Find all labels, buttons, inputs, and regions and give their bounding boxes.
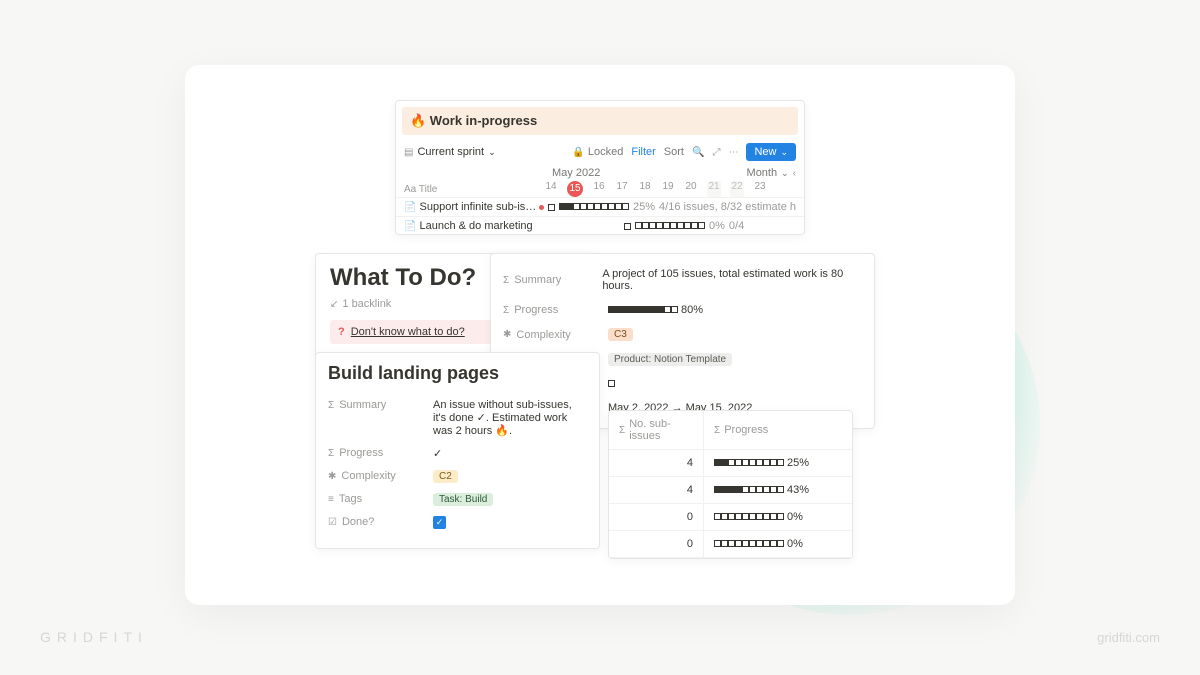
timeline-day[interactable]: 23 (753, 181, 767, 197)
cell-progress: 0% (704, 504, 852, 530)
row-title: 📄 Launch & do marketing (404, 220, 544, 232)
checkbox-icon[interactable] (548, 204, 555, 211)
today-marker (539, 205, 544, 210)
timeline-dates: Aa Title 14 15 16 17 18 19 20 21 22 23 (396, 181, 804, 197)
sigma-icon: Σ (619, 425, 625, 436)
checkbox-icon: ☑ (328, 517, 337, 528)
expand-icon[interactable]: ⤢ (712, 147, 720, 158)
prop-complexity: ✱Complexity C2 (328, 465, 587, 488)
row-title: 📄 Support infinite sub-issues (404, 201, 539, 213)
timeline-header: May 2022 Month ⌄ ‹ (396, 165, 804, 181)
cell-progress: 25% (704, 450, 852, 476)
question-icon: ? (338, 326, 345, 338)
page-icon: 📄 (404, 202, 416, 213)
build-landing-pages-panel: Build landing pages ΣSummary An issue wi… (315, 352, 600, 549)
board-icon: ▤ (404, 147, 413, 158)
timeline-day[interactable]: 14 (544, 181, 558, 197)
sub-issues-table: ΣNo. sub-issues ΣProgress 4 25%4 43%0 0%… (608, 410, 853, 559)
prop-summary: ΣSummary An issue without sub-issues, it… (328, 394, 587, 442)
list-icon: ≡ (328, 494, 334, 505)
sigma-icon: Σ (328, 448, 334, 459)
sigma-icon: Σ (714, 425, 720, 436)
cell-progress: 43% (704, 477, 852, 503)
summary-value: A project of 105 issues, total estimated… (602, 268, 862, 292)
complexity-tag: C3 (608, 328, 633, 341)
table-row[interactable]: 0 0% (609, 531, 852, 558)
timeline-day[interactable]: 19 (661, 181, 675, 197)
row-meta: 0/4 (729, 220, 744, 232)
timeline-day[interactable]: 22 (730, 181, 744, 197)
cell-sub-issues: 4 (609, 477, 704, 503)
brand-url: gridfiti.com (1097, 630, 1160, 645)
timeline-day[interactable]: 17 (615, 181, 629, 197)
table-row[interactable]: 4 43% (609, 477, 852, 504)
timeline-row[interactable]: 📄 Launch & do marketing 0% 0/4 (396, 216, 804, 235)
more-icon[interactable]: ⋯ (728, 147, 738, 158)
row-progress: 0% 0/4 (624, 220, 744, 232)
prop-progress: ΣProgress ✓ (328, 442, 587, 465)
prop-progress: ΣProgress 80% (491, 298, 874, 322)
timeline-day[interactable]: 20 (684, 181, 698, 197)
timeline-day[interactable]: 18 (638, 181, 652, 197)
scale-switcher[interactable]: Month ⌄ ‹ (747, 167, 796, 179)
summary-value: An issue without sub-issues, it's done ✓… (433, 399, 587, 437)
title-column-header: Aa Title (396, 184, 544, 195)
chevron-down-icon: ⌄ (780, 147, 788, 158)
blp-title: Build landing pages (328, 363, 587, 384)
checkbox-icon[interactable] (608, 380, 615, 387)
view-label: Current sprint (417, 146, 484, 158)
timeline-day[interactable]: 15 (567, 181, 583, 197)
chevron-left-icon[interactable]: ‹ (793, 168, 796, 179)
table-row[interactable]: 4 25% (609, 450, 852, 477)
backlink-icon: ↙ (330, 299, 338, 310)
locked-indicator: 🔒 Locked (572, 146, 623, 158)
done-checkbox[interactable]: ✓ (433, 516, 446, 529)
work-in-progress-panel: 🔥 Work in-progress ▤ Current sprint ⌄ 🔒 … (395, 100, 805, 235)
page-icon: 📄 (404, 221, 416, 232)
progress-value: ✓ (433, 447, 587, 460)
lock-icon: 🔒 (572, 147, 584, 158)
gear-icon: ✱ (503, 329, 511, 340)
timeline-row[interactable]: 📄 Support infinite sub-issues 25% 4/16 i… (396, 197, 804, 216)
sigma-icon: Σ (328, 400, 334, 411)
table-row[interactable]: 0 0% (609, 504, 852, 531)
sigma-icon: Σ (503, 275, 509, 286)
cell-sub-issues: 0 (609, 531, 704, 557)
wip-toolbar: ▤ Current sprint ⌄ 🔒 Locked Filter Sort … (396, 139, 804, 165)
month-label: May 2022 (404, 167, 600, 179)
view-switcher[interactable]: ▤ Current sprint ⌄ (404, 146, 496, 158)
table-header: ΣNo. sub-issues ΣProgress (609, 411, 852, 450)
filter-button[interactable]: Filter (631, 146, 655, 158)
timeline-day[interactable]: 16 (592, 181, 606, 197)
prop-summary: ΣSummary A project of 105 issues, total … (491, 262, 874, 298)
complexity-tag: C2 (433, 470, 458, 483)
checkbox-icon[interactable] (624, 223, 631, 230)
cell-sub-issues: 0 (609, 504, 704, 530)
text-icon: Aa (404, 184, 416, 195)
tag-pill: Task: Build (433, 493, 493, 506)
chevron-down-icon: ⌄ (488, 147, 496, 158)
col-sub-issues[interactable]: ΣNo. sub-issues (609, 411, 704, 449)
wip-banner: 🔥 Work in-progress (402, 107, 798, 135)
prop-done: ☑Done? ✓ (328, 511, 587, 534)
search-icon[interactable]: 🔍 (692, 147, 704, 158)
gear-icon: ✱ (328, 471, 336, 482)
cell-sub-issues: 4 (609, 450, 704, 476)
prop-tags: ≡Tags Task: Build (328, 488, 587, 511)
cell-progress: 0% (704, 531, 852, 557)
col-progress[interactable]: ΣProgress (704, 411, 852, 449)
chevron-down-icon: ⌄ (781, 168, 789, 179)
tag-pill: Product: Notion Template (608, 353, 732, 366)
sigma-icon: Σ (503, 305, 509, 316)
callout-text: Don't know what to do? (351, 326, 465, 338)
sort-button[interactable]: Sort (664, 146, 684, 158)
timeline-day[interactable]: 21 (707, 181, 721, 197)
row-progress: 25% 4/16 issues, 8/32 estimate h (539, 201, 796, 213)
prop-complexity: ✱Complexity C3 (491, 322, 874, 347)
progress-value: 80% (608, 304, 703, 316)
new-button[interactable]: New ⌄ (746, 143, 796, 161)
brand-wordmark: GRIDFITI (40, 629, 148, 645)
row-meta: 4/16 issues, 8/32 estimate h (659, 201, 796, 213)
